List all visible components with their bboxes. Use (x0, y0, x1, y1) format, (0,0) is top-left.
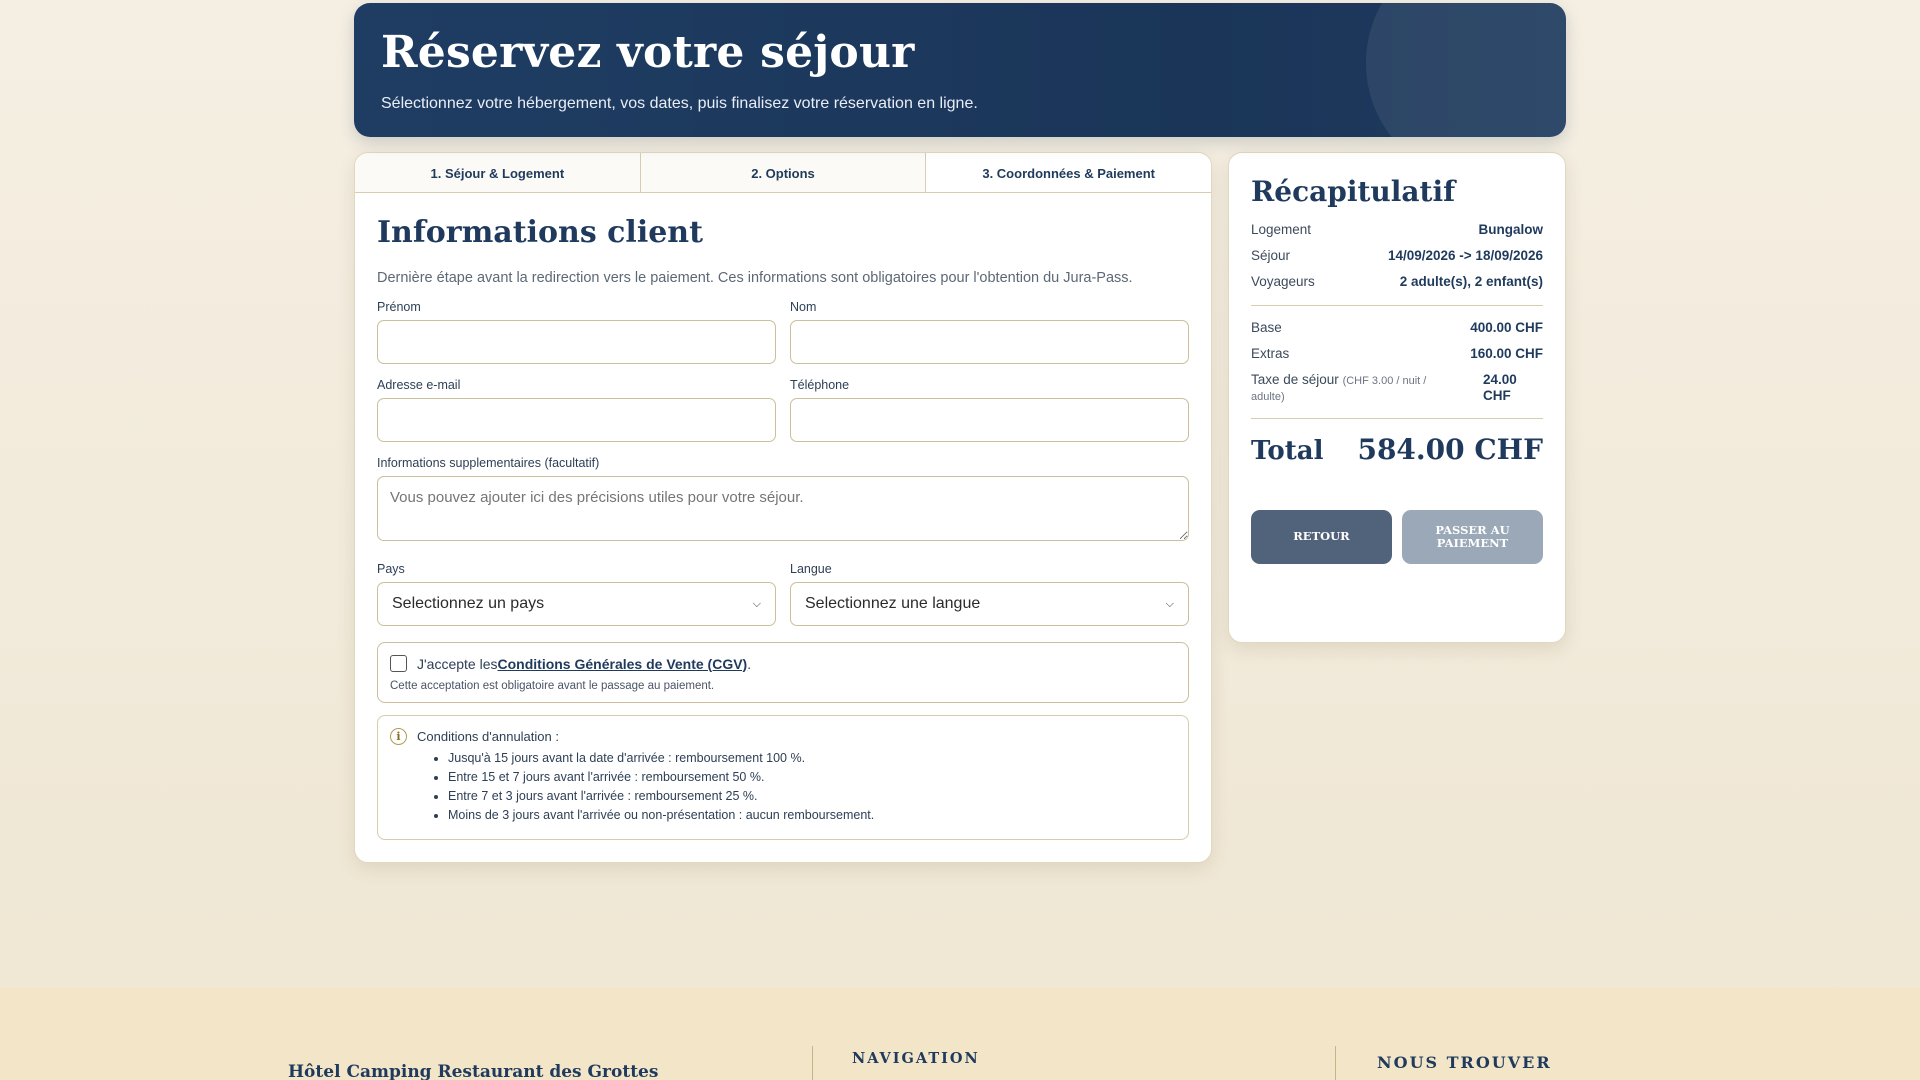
email-label: Adresse e-mail (377, 378, 461, 392)
summary-row-travelers: Voyageurs 2 adulte(s), 2 enfant(s) (1251, 274, 1543, 290)
tab-contact-payment[interactable]: 3. Coordonnées & Paiement (925, 153, 1211, 192)
footer-divider (812, 1046, 813, 1080)
booking-container: Réservez votre séjour Sélectionnez votre… (354, 3, 1566, 863)
list-item: Entre 15 et 7 jours avant l'arrivée : re… (448, 770, 1176, 784)
cgv-checkbox[interactable] (390, 655, 407, 672)
firstname-label: Prénom (377, 300, 421, 314)
summary-row-tax: Taxe de séjour (CHF 3.00 / nuit / adulte… (1251, 372, 1543, 404)
summary-value: 160.00 CHF (1470, 345, 1543, 361)
summary-row-extras: Extras 160.00 CHF (1251, 346, 1543, 362)
summary-label: Extras (1251, 345, 1290, 361)
summary-value: 2 adulte(s), 2 enfant(s) (1399, 274, 1543, 290)
summary-value: 400.00 CHF (1470, 319, 1543, 335)
chevron-down-icon: ⌵ (1165, 597, 1174, 610)
list-item: Moins de 3 jours avant l'arrivée ou non-… (448, 808, 1176, 822)
footer: Hôtel Camping Restaurant des Grottes NAV… (0, 988, 1920, 1080)
cancellation-box: i Conditions d'annulation : Jusqu'à 15 j… (377, 715, 1189, 840)
total-label: Total (1251, 436, 1324, 467)
cgv-suffix: . (747, 655, 752, 672)
divider (1251, 304, 1543, 306)
summary-title: Récapitulatif (1251, 175, 1456, 208)
hero-banner: Réservez votre séjour Sélectionnez votre… (354, 3, 1566, 137)
back-button[interactable]: Retour (1251, 510, 1392, 565)
total-amount: 584.00 CHF (1357, 433, 1543, 467)
language-select[interactable]: Selectionnez une langue ⌵ (790, 582, 1189, 626)
tab-stay-accommodation[interactable]: 1. Séjour & Logement (355, 153, 640, 192)
tax-label-wrap: Taxe de séjour (CHF 3.00 / nuit / adulte… (1251, 372, 1441, 404)
tab-options[interactable]: 2. Options (639, 153, 926, 192)
divider (1251, 418, 1543, 420)
cgv-box: J'accepte les Conditions Générales de Ve… (377, 642, 1189, 703)
chevron-down-icon: ⌵ (752, 597, 761, 610)
list-item: Jusqu'à 15 jours avant la date d'arrivée… (448, 751, 1176, 765)
phone-input[interactable] (790, 398, 1189, 442)
summary-row-base: Base 400.00 CHF (1251, 320, 1543, 336)
total-row: Total 584.00 CHF (1251, 433, 1543, 466)
form-title: Informations client (377, 215, 703, 250)
email-input[interactable] (377, 398, 776, 442)
decorative-circle (1366, 3, 1566, 137)
summary-value: Bungalow (1478, 222, 1544, 237)
customer-form-card: 1. Séjour & Logement 2. Options 3. Coord… (354, 152, 1212, 863)
summary-label: Logement (1251, 222, 1312, 237)
language-label: Langue (790, 562, 832, 576)
footer-nav-title: NAVIGATION (852, 1050, 980, 1067)
notes-textarea[interactable] (377, 476, 1189, 541)
summary-card: Récapitulatif Logement Bungalow Séjour 1… (1228, 152, 1566, 643)
notes-label: Informations supplementaires (facultatif… (377, 456, 600, 470)
country-label: Pays (377, 562, 405, 576)
summary-value: 14/09/2026 -> 18/09/2026 (1387, 248, 1543, 264)
customer-form: Informations client Dernière étape avant… (355, 193, 1211, 862)
tax-label: Taxe de séjour (1251, 371, 1339, 387)
footer-divider (1335, 1046, 1336, 1080)
lastname-input[interactable] (790, 320, 1189, 364)
summary-label: Base (1251, 319, 1282, 335)
cgv-link[interactable]: Conditions Générales de Vente (CGV) (498, 656, 748, 672)
footer-find-title: NOUS TROUVER (1377, 1053, 1552, 1072)
cgv-prefix: J'accepte les (417, 655, 498, 672)
summary-row-stay: Séjour 14/09/2026 -> 18/09/2026 (1251, 248, 1543, 264)
tax-value: 24.00 CHF (1483, 371, 1517, 404)
country-select-value: Selectionnez un pays (392, 595, 545, 612)
phone-label: Téléphone (790, 378, 850, 392)
country-select[interactable]: Selectionnez un pays ⌵ (377, 582, 776, 626)
list-item: Entre 7 et 3 jours avant l'arrivée : rem… (448, 789, 1176, 803)
footer-brand: Hôtel Camping Restaurant des Grottes (288, 1062, 659, 1080)
language-select-value: Selectionnez une langue (805, 595, 981, 612)
proceed-payment-button[interactable]: Passer au paiement (1402, 510, 1543, 565)
cgv-note: Cette acceptation est obligatoire avant … (390, 680, 715, 692)
page-subtitle: Sélectionnez votre hébergement, vos date… (381, 95, 978, 113)
firstname-input[interactable] (377, 320, 776, 364)
summary-label: Séjour (1251, 248, 1291, 264)
summary-row-accommodation: Logement Bungalow (1251, 222, 1543, 238)
summary-label: Voyageurs (1251, 274, 1315, 290)
lastname-label: Nom (790, 300, 817, 314)
cancellation-title: Conditions d'annulation : (417, 729, 559, 744)
form-description: Dernière étape avant la redirection vers… (377, 270, 1133, 286)
info-icon: i (390, 728, 407, 745)
step-tabs: 1. Séjour & Logement 2. Options 3. Coord… (355, 153, 1211, 193)
cancellation-list: Jusqu'à 15 jours avant la date d'arrivée… (390, 751, 1176, 822)
